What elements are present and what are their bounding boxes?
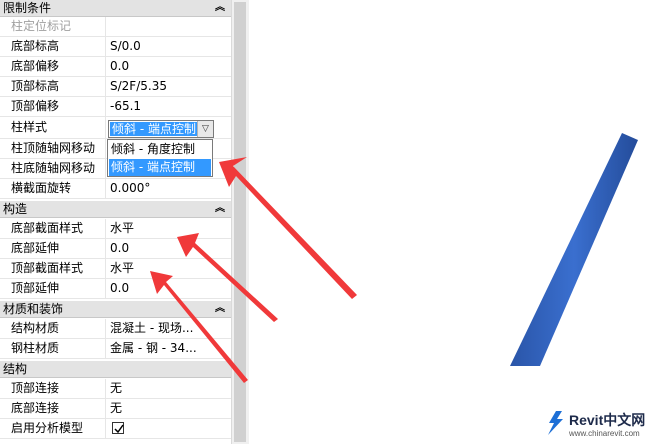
slanted-column[interactable] [510,133,638,366]
watermark: Revit中文网 www.chinarevit.com [545,408,655,444]
arrow-shape [219,157,357,299]
revit-logo-icon [548,411,563,435]
watermark-brand: Revit中文网 [569,412,646,428]
arrow-shape [177,233,278,322]
watermark-url: www.chinarevit.com [569,429,640,438]
annotation-arrows [150,157,357,383]
arrow-shape [150,271,248,383]
viewport [150,133,638,383]
